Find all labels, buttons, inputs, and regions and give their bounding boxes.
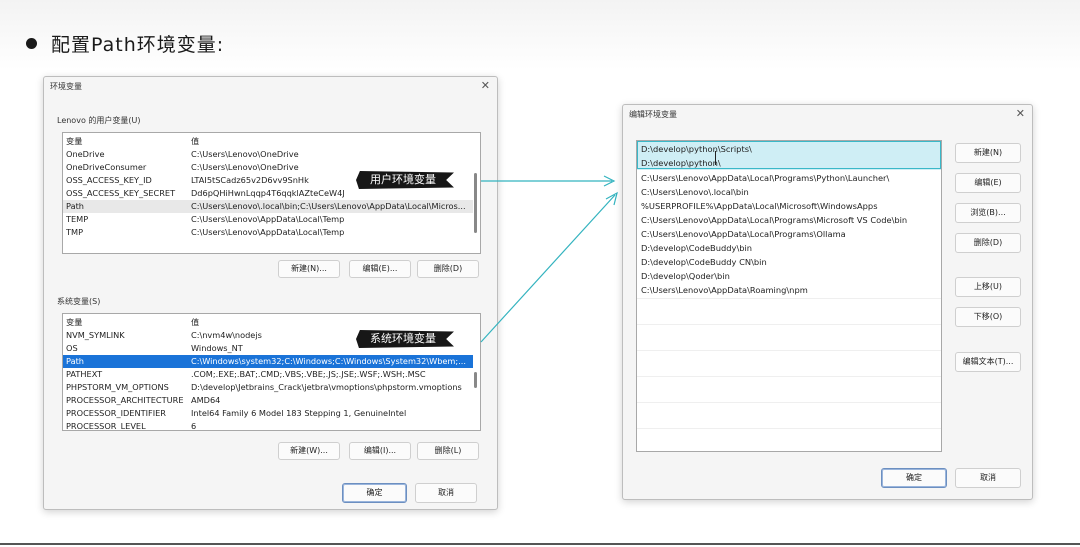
edit-ok-button[interactable]: 确定 — [881, 468, 947, 488]
close-icon[interactable]: ✕ — [1016, 107, 1025, 120]
row-divider — [637, 298, 941, 299]
list-item[interactable]: C:\Users\Lenovo\AppData\Local\Programs\O… — [637, 227, 941, 241]
list-item[interactable]: C:\Users\Lenovo\AppData\Roaming\npm — [637, 283, 941, 297]
edit-dialog-title: 编辑环境变量 — [629, 110, 677, 119]
text-cursor — [715, 151, 716, 165]
move-up-button[interactable]: 上移(U) — [955, 277, 1021, 297]
edit-text-button[interactable]: 编辑文本(T)... — [955, 352, 1021, 372]
edit-cancel-button[interactable]: 取消 — [955, 468, 1021, 488]
list-item[interactable]: %USERPROFILE%\AppData\Local\Microsoft\Wi… — [637, 199, 941, 213]
arrow-system-to-edit — [480, 194, 616, 343]
row-divider — [637, 428, 941, 429]
edit-new-button[interactable]: 新建(N) — [955, 143, 1021, 163]
list-item[interactable]: C:\Users\Lenovo\AppData\Local\Programs\M… — [637, 213, 941, 227]
list-item[interactable]: D:\develop\Qoder\bin — [637, 269, 941, 283]
row-divider — [637, 376, 941, 377]
row-divider — [637, 350, 941, 351]
path-entries-list[interactable]: D:\develop\python\Scripts\ D:\develop\py… — [636, 140, 942, 452]
browse-button[interactable]: 浏览(B)... — [955, 203, 1021, 223]
list-item[interactable]: D:\develop\CodeBuddy CN\bin — [637, 255, 941, 269]
list-item[interactable]: D:\develop\CodeBuddy\bin — [637, 241, 941, 255]
list-item[interactable]: C:\Users\Lenovo\AppData\Local\Programs\P… — [637, 171, 941, 185]
list-item[interactable]: C:\Users\Lenovo\.local\bin — [637, 185, 941, 199]
row-divider — [637, 324, 941, 325]
selection-frame — [637, 141, 941, 169]
edit-edit-button[interactable]: 编辑(E) — [955, 173, 1021, 193]
edit-delete-button[interactable]: 删除(D) — [955, 233, 1021, 253]
slide-bottom-rule — [0, 543, 1080, 545]
move-down-button[interactable]: 下移(O) — [955, 307, 1021, 327]
row-divider — [637, 402, 941, 403]
